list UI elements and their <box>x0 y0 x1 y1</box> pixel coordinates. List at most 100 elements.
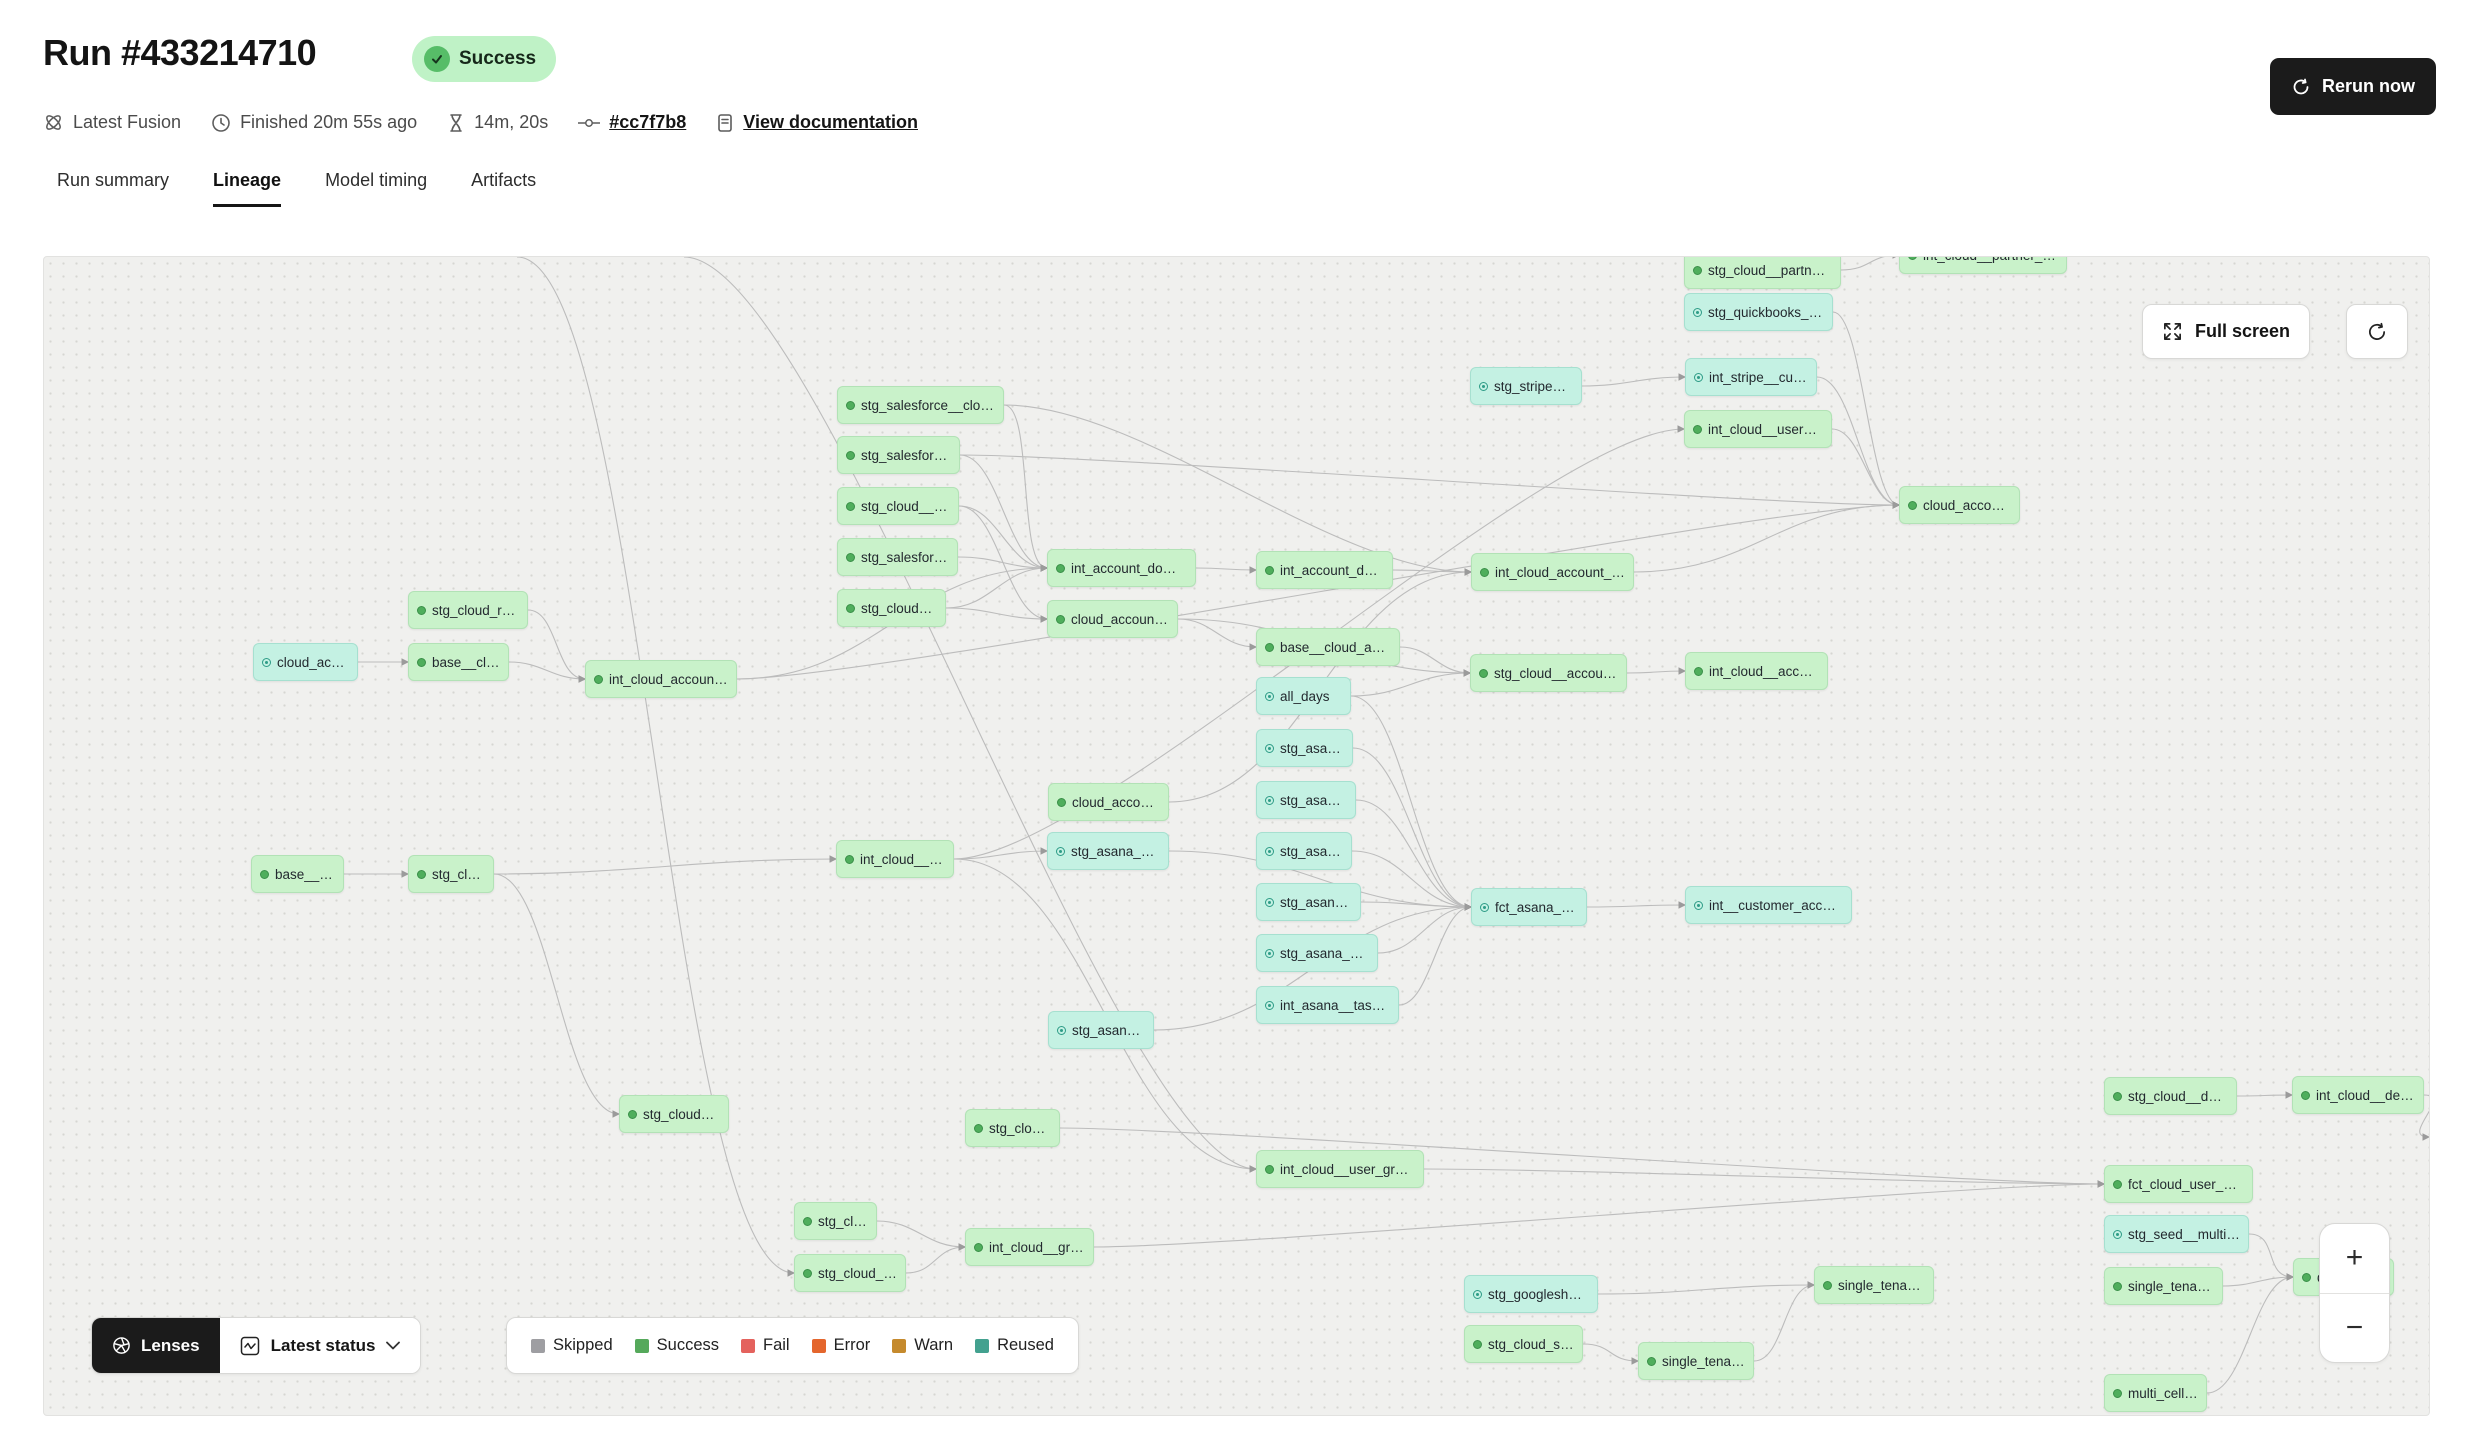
lineage-node-label: stg_asana__… <box>1280 895 1352 910</box>
success-status-dot-icon <box>417 870 426 879</box>
view-documentation-link[interactable]: View documentation <box>716 112 918 133</box>
success-status-dot-icon <box>1908 501 1917 510</box>
lineage-canvas[interactable]: cloud_account… stg_cloud_region… base__clo… <box>43 256 2430 1416</box>
success-status-dot-icon <box>974 1124 983 1133</box>
lineage-node[interactable]: int_asana__task_s… <box>1256 986 1399 1024</box>
tab-model-timing[interactable]: Model timing <box>325 170 427 207</box>
lineage-node[interactable]: stg_cloud_region… <box>408 591 528 629</box>
lens-selector[interactable]: Latest status <box>220 1318 421 1373</box>
lineage-node[interactable]: int_stripe__custo… <box>1685 358 1817 396</box>
lineage-node[interactable]: stg_asana_… <box>1256 781 1356 819</box>
tab-artifacts[interactable]: Artifacts <box>471 170 536 207</box>
lineage-node[interactable]: int_cloud__devel… <box>2292 1076 2424 1114</box>
commit-hash[interactable]: #cc7f7b8 <box>578 112 686 133</box>
latest-fusion: Latest Fusion <box>43 112 181 133</box>
lineage-node[interactable]: int_account_domain… <box>1047 549 1196 587</box>
rerun-now-button[interactable]: Rerun now <box>2270 58 2436 115</box>
zoom-out-button[interactable]: − <box>2320 1294 2389 1363</box>
lineage-node[interactable]: multi_cell_m… <box>2104 1374 2207 1412</box>
lineage-node[interactable]: single_tenant_map… <box>1638 1342 1754 1380</box>
lineage-node[interactable]: stg_stripe__c… <box>1470 367 1582 405</box>
lineage-node[interactable]: stg_seed__multireg… <box>2104 1215 2249 1253</box>
success-status-dot-icon <box>2302 1273 2311 1282</box>
lineage-node-label: base__clou… <box>275 867 335 882</box>
lineage-node[interactable]: base__cloud_acco… <box>1256 628 1400 666</box>
lineage-node[interactable]: stg_cloud__… <box>837 589 946 627</box>
tab-lineage[interactable]: Lineage <box>213 170 281 207</box>
lineage-node-label: stg_cloud__us… <box>861 499 950 514</box>
lineage-node-label: stg_cloud__us… <box>989 1121 1051 1136</box>
lineage-node[interactable]: int_cloud_account_ma… <box>1471 553 1634 591</box>
lineage-node-label: stg_cloud__partner_c… <box>1708 263 1832 278</box>
lineage-node[interactable]: all_days <box>1256 677 1351 715</box>
lineage-node[interactable]: int_cloud_account__m… <box>585 660 737 698</box>
success-status-dot-icon <box>1823 1281 1832 1290</box>
lineage-node[interactable]: int_cloud__user_ac… <box>1684 410 1832 448</box>
lineage-node[interactable]: cloud_account… <box>1048 783 1169 821</box>
lineage-node[interactable]: stg_cloud_s3_singl… <box>1464 1325 1583 1363</box>
lineage-node[interactable]: int_cloud__partner_con… <box>1899 256 2067 274</box>
lineage-node[interactable]: base__clou… <box>251 855 344 893</box>
legend-label: Success <box>657 1336 719 1355</box>
lineage-node-label: int_asana__task_s… <box>1280 998 1390 1013</box>
fullscreen-button[interactable]: Full screen <box>2142 304 2310 359</box>
lineage-node[interactable]: int_cloud__us… <box>836 840 954 878</box>
lineage-node[interactable]: stg_cloud__devel… <box>2104 1077 2237 1115</box>
legend-item-warn: Warn <box>892 1336 953 1355</box>
lineage-node[interactable]: stg_cloud_… <box>408 855 494 893</box>
lineage-node[interactable]: stg_salesforce__cloud_… <box>837 386 1004 424</box>
lineage-node[interactable]: int__customer_account… <box>1685 886 1852 924</box>
lineage-node-label: stg_salesforce… <box>861 550 949 565</box>
status-legend: SkippedSuccessFailErrorWarnReused <box>506 1317 1079 1374</box>
success-status-dot-icon <box>2113 1282 2122 1291</box>
tab-run-summary[interactable]: Run summary <box>57 170 169 207</box>
lineage-node[interactable]: stg_cloud__email… <box>619 1095 729 1133</box>
lineage-node[interactable]: base__cloud_… <box>408 643 509 681</box>
canvas-refresh-button[interactable] <box>2346 304 2408 359</box>
lineage-node[interactable]: stg_salesforce… <box>837 538 958 576</box>
success-status-dot-icon <box>2113 1092 2122 1101</box>
lineage-node[interactable]: stg_googlesheets__sin… <box>1464 1275 1598 1313</box>
success-status-dot-icon <box>846 401 855 410</box>
commit-icon <box>578 116 600 130</box>
lineage-node[interactable]: int_account_dom… <box>1256 551 1393 589</box>
lineage-node[interactable]: stg_cloud__us… <box>837 487 959 525</box>
lineage-node-label: int_cloud__us… <box>860 852 945 867</box>
lineage-node[interactable]: single_tenant_… <box>2104 1267 2223 1305</box>
lineage-node-label: multi_cell_m… <box>2128 1386 2198 1401</box>
lineage-node[interactable]: stg_asana__tas… <box>1047 832 1169 870</box>
lineage-node[interactable]: stg_asana__… <box>1048 1011 1154 1049</box>
reused-status-dot-icon <box>1056 847 1065 856</box>
lineage-node[interactable]: cloud_account… <box>1899 486 2020 524</box>
lineage-node[interactable]: stg_quickbooks__a… <box>1684 293 1833 331</box>
lineage-node[interactable]: stg_cloud__accounts… <box>1470 654 1627 692</box>
lineage-node-label: fct_cloud_user_acc… <box>2128 1177 2244 1192</box>
lineage-node[interactable]: int_cloud__user_group… <box>1256 1150 1424 1188</box>
lineage-node[interactable]: stg_salesforce_… <box>837 436 960 474</box>
lineage-node[interactable]: single_tenant_mapp… <box>1814 1266 1934 1304</box>
lineage-node[interactable]: stg_cloud__group… <box>794 1254 906 1292</box>
lineage-node[interactable]: int_cloud__accoun… <box>1685 652 1828 690</box>
lineage-node[interactable]: stg_cloud__us… <box>965 1109 1060 1147</box>
zoom-in-button[interactable]: + <box>2320 1224 2389 1293</box>
success-status-dot-icon <box>1057 798 1066 807</box>
lineage-node-label: stg_salesforce_… <box>861 448 951 463</box>
lineage-node[interactable]: fct_asana_proj… <box>1471 888 1587 926</box>
lineage-node-label: int_cloud__group_per… <box>989 1240 1085 1255</box>
lineage-node[interactable]: fct_cloud_user_acc… <box>2104 1165 2253 1203</box>
lineage-node-label: int_stripe__custo… <box>1709 370 1808 385</box>
lineage-node[interactable]: stg_asana__pr… <box>1256 934 1378 972</box>
lineage-node[interactable]: stg_cloud__partner_c… <box>1684 256 1841 289</box>
success-status-dot-icon <box>803 1269 812 1278</box>
lineage-node[interactable]: cloud_accounts_… <box>1047 600 1178 638</box>
lineage-node-label: stg_asana__… <box>1072 1023 1145 1038</box>
lineage-node[interactable]: stg_asana… <box>1256 729 1353 767</box>
lineage-node[interactable]: cloud_account… <box>253 643 358 681</box>
clock-icon <box>211 113 231 133</box>
lineage-node[interactable]: stg_cloud_… <box>794 1202 877 1240</box>
lineage-node[interactable]: int_cloud__group_per… <box>965 1228 1094 1266</box>
reused-status-dot-icon <box>1265 692 1274 701</box>
lineage-node[interactable]: stg_asana… <box>1256 832 1352 870</box>
lenses-button[interactable]: Lenses <box>92 1318 220 1373</box>
lineage-node[interactable]: stg_asana__… <box>1256 883 1361 921</box>
